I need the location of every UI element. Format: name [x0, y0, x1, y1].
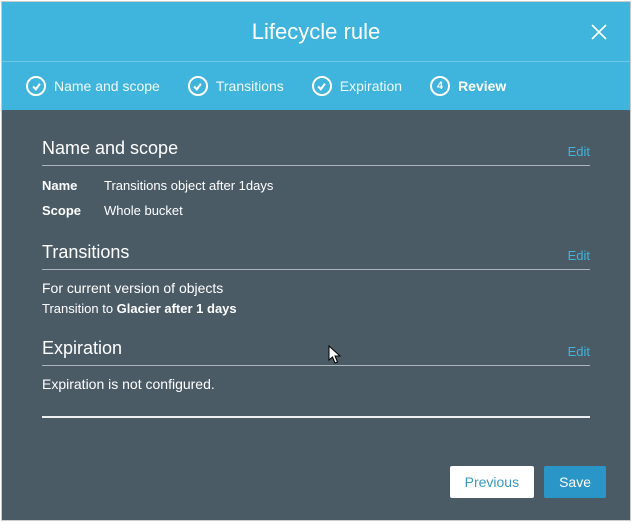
step-number-icon: 4	[430, 76, 450, 96]
dialog-content: Name and scope Edit Name Transitions obj…	[2, 110, 630, 452]
step-label: Review	[458, 78, 506, 94]
section-title: Transitions	[42, 242, 129, 263]
wizard-steps: Name and scope Transitions Expiration 4 …	[2, 62, 630, 110]
section-title: Expiration	[42, 338, 122, 359]
title-row: Lifecycle rule	[2, 2, 630, 62]
step-transitions[interactable]: Transitions	[174, 76, 298, 96]
transitions-detail-value: Glacier after 1 days	[117, 301, 237, 316]
name-row: Name Transitions object after 1days	[42, 176, 590, 196]
dialog-header: Lifecycle rule Name and scope Transition…	[2, 2, 630, 110]
step-label: Transitions	[216, 78, 284, 94]
name-value: Transitions object after 1days	[104, 176, 273, 196]
edit-transitions-link[interactable]: Edit	[568, 248, 590, 263]
edit-name-and-scope-link[interactable]: Edit	[568, 144, 590, 159]
scope-label: Scope	[42, 201, 92, 221]
save-button[interactable]: Save	[544, 466, 606, 498]
scope-row: Scope Whole bucket	[42, 201, 590, 221]
name-label: Name	[42, 176, 92, 196]
step-expiration[interactable]: Expiration	[298, 76, 416, 96]
expiration-message: Expiration is not configured.	[42, 376, 590, 392]
close-button[interactable]	[586, 19, 612, 45]
dialog-footer: Previous Save	[2, 452, 630, 520]
section-title: Name and scope	[42, 138, 178, 159]
lifecycle-rule-dialog: Lifecycle rule Name and scope Transition…	[2, 2, 630, 520]
section-name-and-scope: Name and scope Edit Name Transitions obj…	[42, 138, 590, 220]
transitions-subhead: For current version of objects	[42, 280, 590, 296]
transitions-detail: Transition to Glacier after 1 days	[42, 301, 590, 316]
content-divider	[42, 416, 590, 418]
scope-value: Whole bucket	[104, 201, 183, 221]
step-label: Expiration	[340, 78, 402, 94]
step-name-and-scope[interactable]: Name and scope	[12, 76, 174, 96]
dialog-title: Lifecycle rule	[252, 19, 380, 45]
transitions-detail-prefix: Transition to	[42, 301, 117, 316]
check-icon	[188, 76, 208, 96]
edit-expiration-link[interactable]: Edit	[568, 344, 590, 359]
check-icon	[312, 76, 332, 96]
step-review[interactable]: 4 Review	[416, 76, 520, 96]
section-transitions: Transitions Edit For current version of …	[42, 242, 590, 316]
previous-button[interactable]: Previous	[450, 466, 534, 498]
check-icon	[26, 76, 46, 96]
section-expiration: Expiration Edit Expiration is not config…	[42, 338, 590, 392]
step-label: Name and scope	[54, 78, 160, 94]
close-icon	[589, 22, 609, 42]
